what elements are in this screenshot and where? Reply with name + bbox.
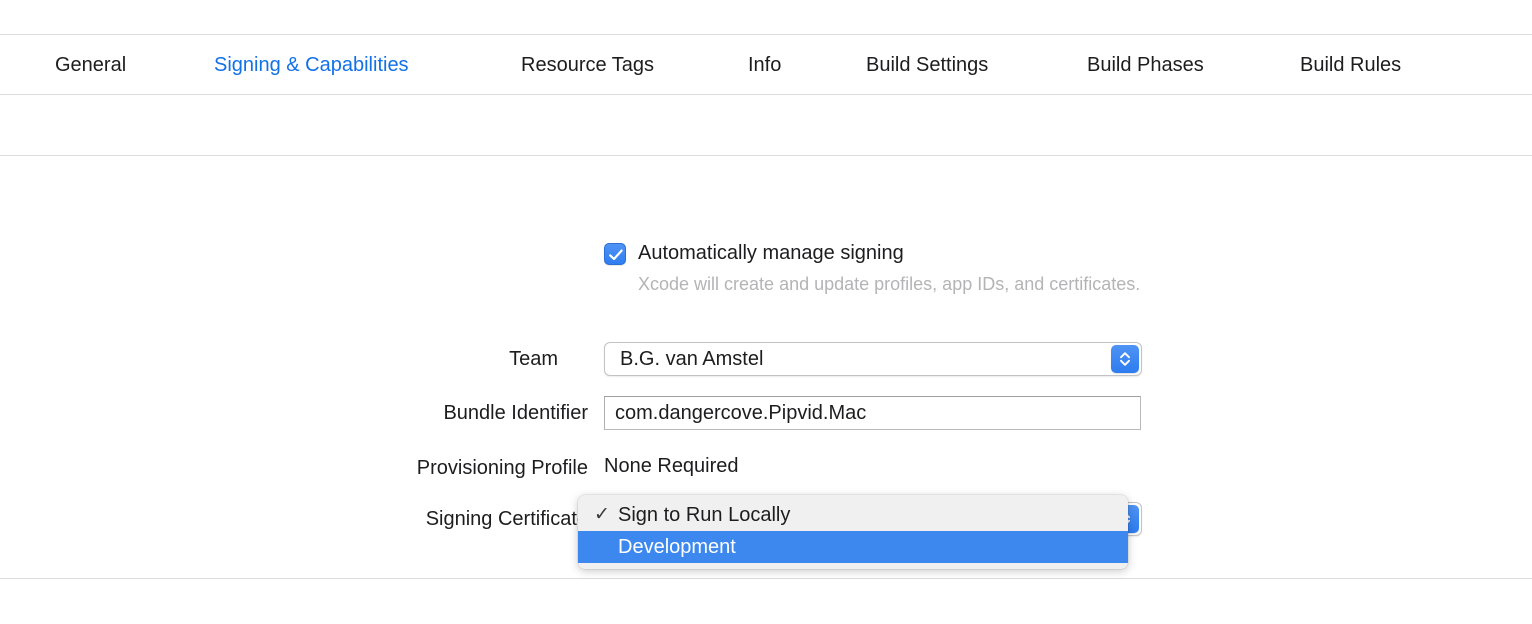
menu-item-label: Development — [618, 536, 736, 558]
signing-certificate-dropdown-menu[interactable]: ✓ Sign to Run Locally Development — [578, 495, 1128, 569]
row-provisioning-profile: Provisioning Profile None Required — [0, 451, 1532, 481]
automatically-manage-signing-checkbox[interactable] — [604, 243, 626, 265]
signing-certificate-label: Signing Certificate — [0, 502, 588, 536]
automatically-manage-signing-label: Automatically manage signing — [638, 240, 1143, 266]
menu-item-label: Sign to Run Locally — [618, 504, 790, 526]
tab-build-settings[interactable]: Build Settings — [866, 55, 988, 75]
automatically-manage-signing-help: Xcode will create and update profiles, a… — [638, 271, 1143, 297]
menu-item-development[interactable]: Development — [578, 531, 1128, 563]
bundle-identifier-label: Bundle Identifier — [0, 396, 588, 430]
tab-build-phases[interactable]: Build Phases — [1087, 55, 1204, 75]
divider-bottom — [0, 578, 1532, 579]
tab-info[interactable]: Info — [748, 55, 781, 75]
checkmark-icon: ✓ — [594, 499, 612, 531]
provisioning-profile-label: Provisioning Profile — [0, 451, 588, 485]
provisioning-profile-value: None Required — [604, 451, 739, 481]
bundle-identifier-value: com.dangercove.Pipvid.Mac — [615, 397, 866, 429]
automatically-manage-signing-texts: Automatically manage signing Xcode will … — [638, 240, 1143, 297]
checkmark-icon — [608, 247, 624, 263]
tab-signing-and-capabilities[interactable]: Signing & Capabilities — [214, 55, 409, 75]
row-team: Team B.G. van Amstel — [0, 342, 1532, 376]
menu-item-sign-to-run-locally[interactable]: ✓ Sign to Run Locally — [578, 499, 1128, 531]
xcode-target-editor: General Signing & Capabilities Resource … — [0, 0, 1532, 624]
team-stepper-button[interactable] — [1111, 345, 1139, 373]
tab-general[interactable]: General — [55, 55, 126, 75]
team-label: Team — [88, 342, 558, 376]
row-bundle-identifier: Bundle Identifier com.dangercove.Pipvid.… — [0, 396, 1532, 430]
bundle-identifier-input[interactable]: com.dangercove.Pipvid.Mac — [604, 396, 1141, 430]
tab-build-rules[interactable]: Build Rules — [1300, 55, 1401, 75]
target-editor-tabbar: General Signing & Capabilities Resource … — [0, 35, 1532, 94]
team-value: B.G. van Amstel — [620, 343, 763, 375]
tab-resource-tags[interactable]: Resource Tags — [521, 55, 654, 75]
chevron-up-down-icon — [1118, 350, 1132, 368]
divider-below-tabs — [0, 94, 1532, 95]
automatically-manage-signing-control[interactable]: Automatically manage signing Xcode will … — [604, 240, 1143, 297]
team-popup-button[interactable]: B.G. van Amstel — [604, 342, 1142, 376]
